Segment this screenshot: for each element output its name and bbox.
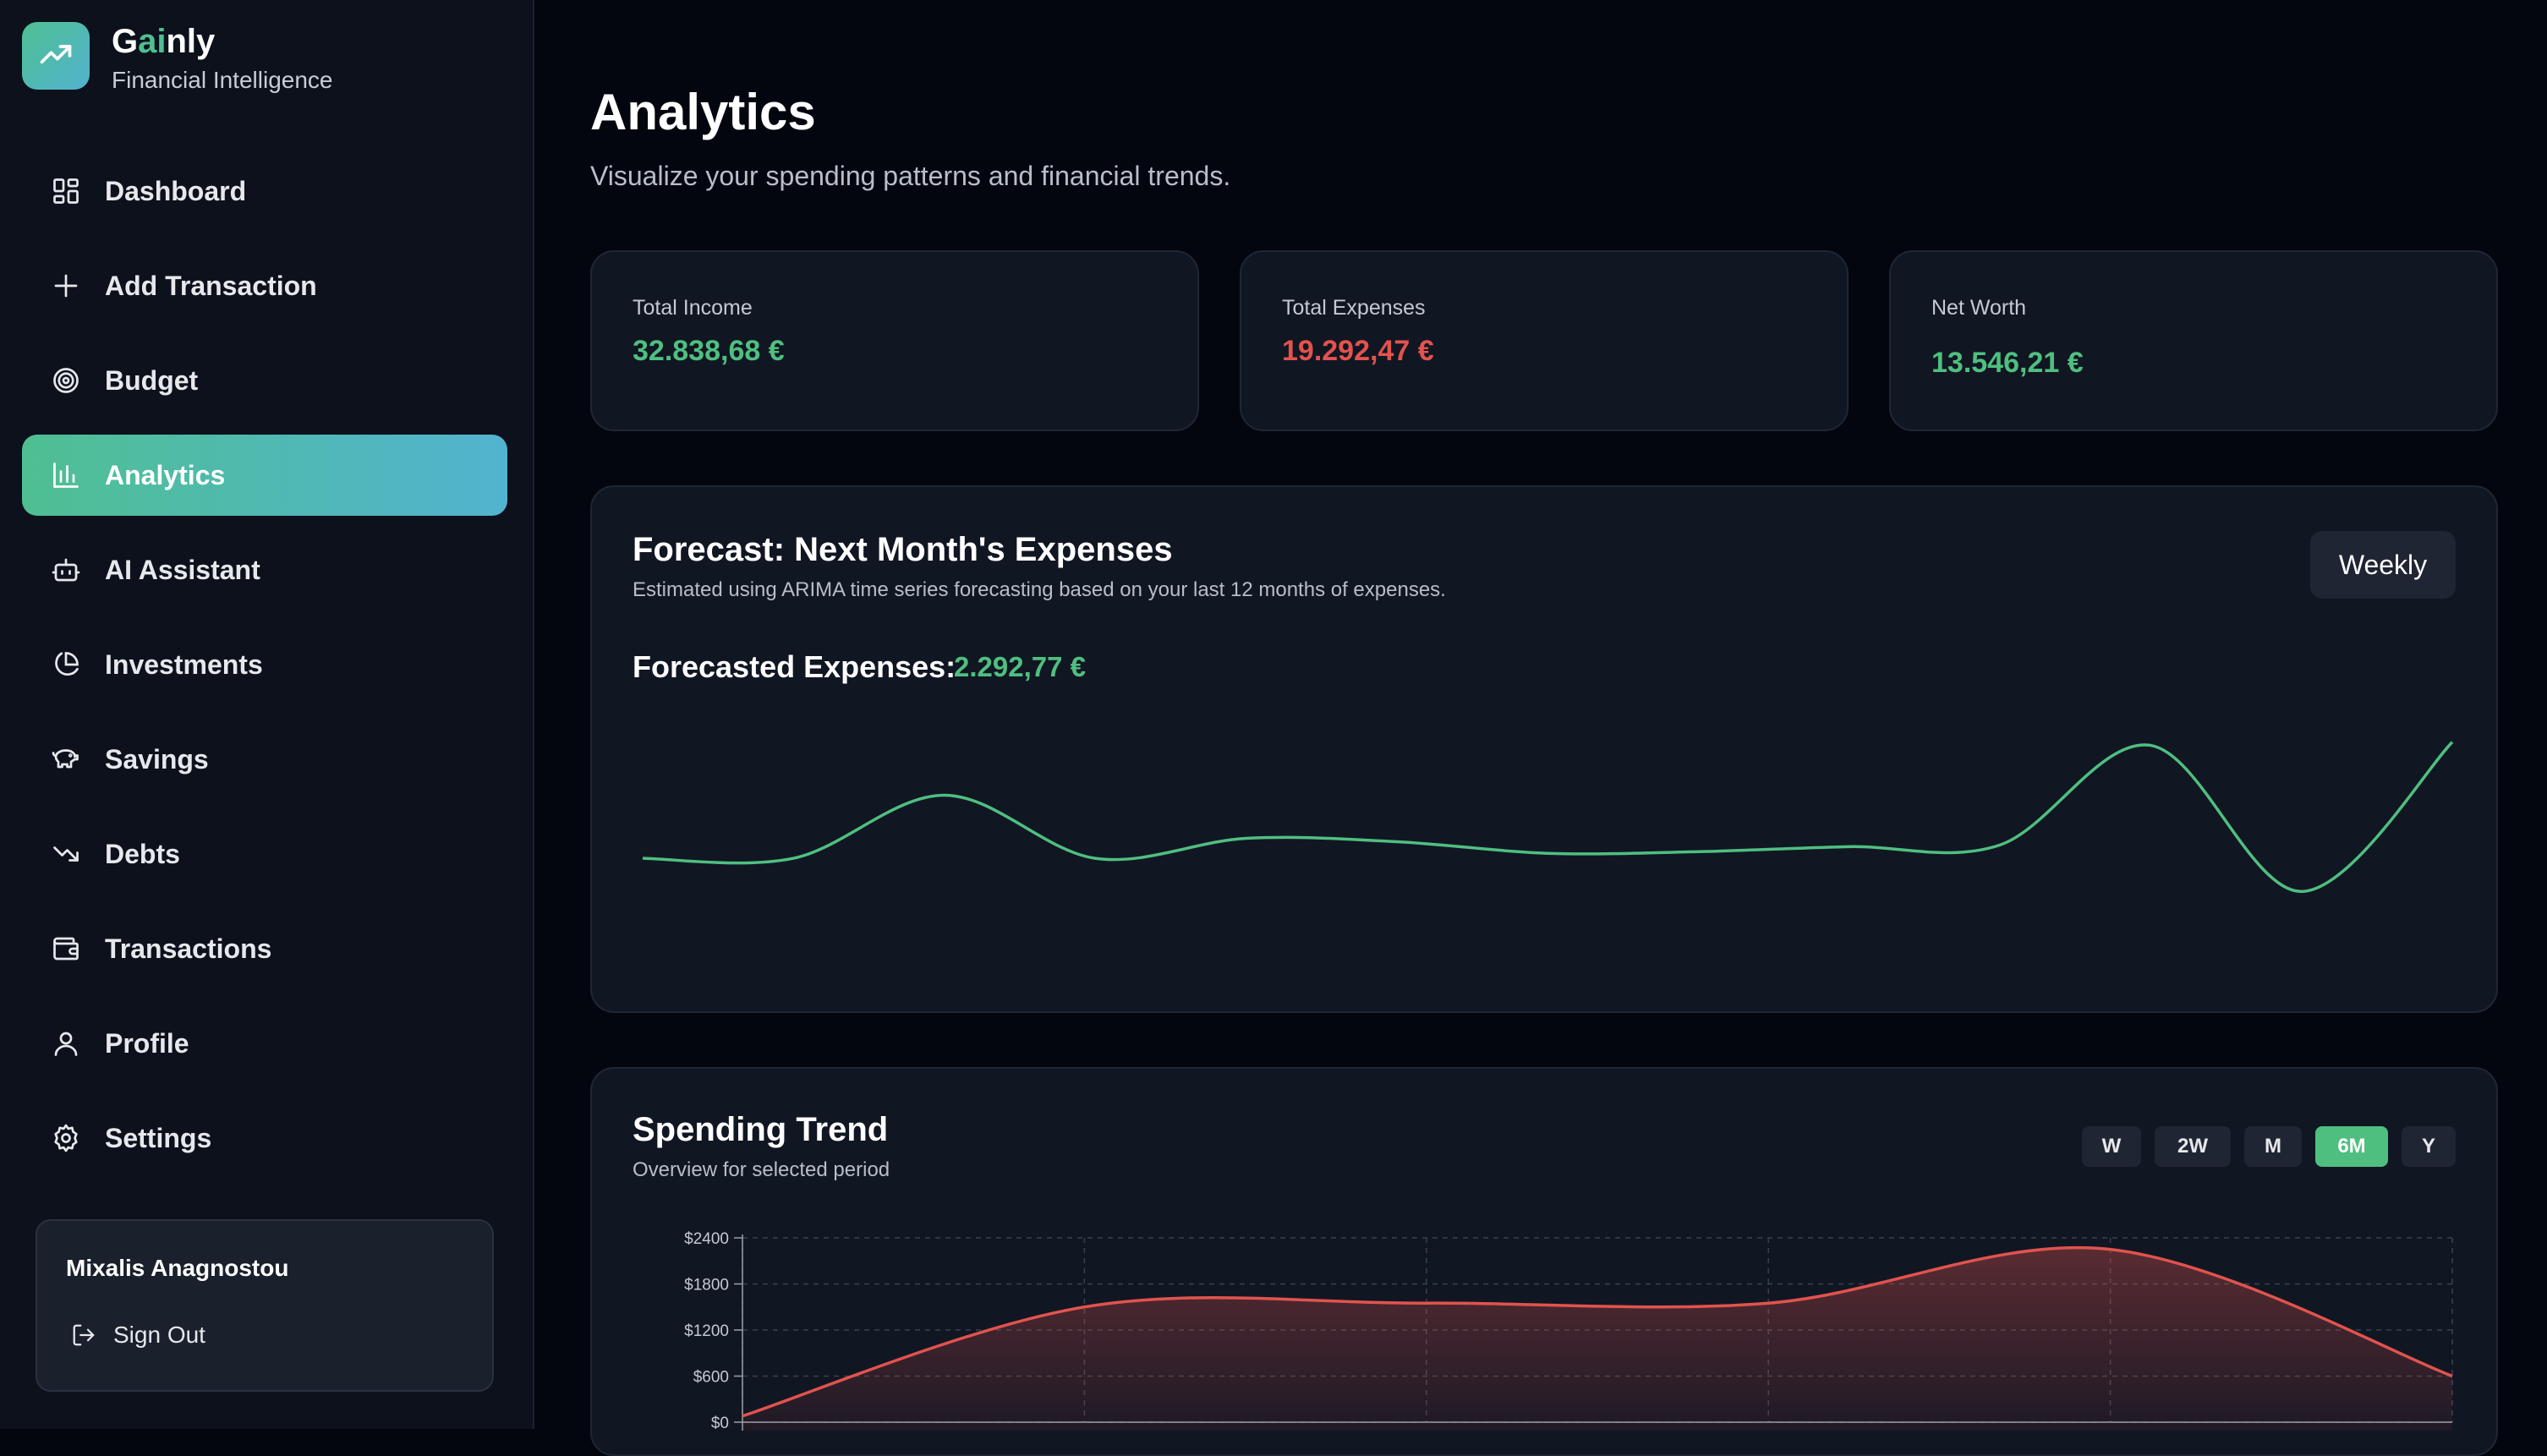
y-tick-label: $600	[693, 1369, 729, 1387]
stat-value: 32.838,68 €	[633, 335, 785, 367]
sidebar-item-analytics[interactable]: Analytics	[22, 435, 507, 516]
sidebar-item-label: Budget	[105, 364, 199, 396]
forecast-series-line	[642, 741, 2454, 894]
sign-out-button[interactable]: Sign Out	[71, 1321, 205, 1349]
gear-icon	[49, 1121, 83, 1155]
sidebar-item-debts[interactable]: Debts	[22, 813, 507, 895]
sidebar-item-ai-assistant[interactable]: AI Assistant	[22, 529, 507, 610]
sidebar-item-label: Debts	[105, 838, 180, 869]
sidebar-item-add-transaction[interactable]: Add Transaction	[22, 245, 507, 326]
sidebar-item-label: Settings	[105, 1122, 212, 1153]
user-icon	[49, 1026, 83, 1060]
stat-label: Total Expenses	[1282, 296, 1426, 320]
forecast-card: Forecast: Next Month's Expenses Estimate…	[590, 485, 2498, 1013]
sidebar-nav: Dashboard Add Transaction Budget Analyti…	[22, 151, 507, 1192]
dashboard-grid-icon	[49, 174, 83, 208]
y-tick-label: $1200	[684, 1322, 729, 1340]
sidebar-item-label: Investments	[105, 649, 263, 680]
plus-icon	[49, 269, 83, 303]
trending-down-icon	[49, 837, 83, 871]
sidebar-item-investments[interactable]: Investments	[22, 624, 507, 705]
sidebar-item-label: Add Transaction	[105, 270, 317, 301]
sidebar: Gainly Financial Intelligence Dashboard …	[0, 0, 534, 1429]
sidebar-item-settings[interactable]: Settings	[22, 1097, 507, 1179]
sidebar-item-label: Profile	[105, 1027, 189, 1059]
stat-label: Net Worth	[1931, 296, 2027, 320]
bar-chart-icon	[49, 458, 83, 492]
wallet-icon	[49, 932, 83, 966]
user-card: Mixalis Anagnostou Sign Out	[36, 1219, 494, 1392]
page-subtitle: Visualize your spending patterns and fin…	[590, 161, 1231, 191]
user-name: Mixalis Anagnostou	[66, 1255, 289, 1281]
sidebar-item-transactions[interactable]: Transactions	[22, 908, 507, 989]
total-expenses-card: Total Expenses 19.292,47 €	[1240, 250, 1849, 431]
forecast-chart	[642, 741, 2454, 894]
y-tick-label: $0	[711, 1415, 729, 1431]
sidebar-item-budget[interactable]: Budget	[22, 340, 507, 421]
sidebar-item-savings[interactable]: Savings	[22, 719, 507, 800]
pie-chart-icon	[49, 648, 83, 681]
spending-trend-card: Spending Trend Overview for selected per…	[590, 1067, 2498, 1456]
spending-series-area	[742, 1247, 2452, 1431]
stat-value: 19.292,47 €	[1282, 335, 1434, 367]
main-content: Analytics Visualize your spending patter…	[534, 0, 2547, 1456]
piggy-bank-icon	[49, 742, 83, 776]
sidebar-item-label: AI Assistant	[105, 554, 260, 585]
robot-icon	[49, 553, 83, 587]
sidebar-item-dashboard[interactable]: Dashboard	[22, 151, 507, 232]
target-icon	[49, 364, 83, 397]
stat-value: 13.546,21 €	[1931, 347, 2084, 379]
trending-up-icon	[22, 22, 90, 90]
sidebar-item-label: Transactions	[105, 933, 272, 964]
page-title: Analytics	[590, 84, 816, 140]
sidebar-item-label: Savings	[105, 743, 209, 775]
spending-chart: $0 $600 $1200 $1800 $2400	[684, 1230, 2453, 1431]
sidebar-item-profile[interactable]: Profile	[22, 1003, 507, 1084]
log-out-icon	[71, 1321, 100, 1349]
sidebar-item-label: Dashboard	[105, 175, 247, 206]
stat-label: Total Income	[633, 296, 753, 320]
brand[interactable]: Gainly Financial Intelligence	[22, 22, 333, 95]
y-tick-label: $1800	[684, 1277, 729, 1295]
sign-out-label: Sign Out	[113, 1322, 205, 1348]
brand-subtitle: Financial Intelligence	[112, 67, 333, 93]
sidebar-item-label: Analytics	[105, 459, 226, 490]
net-worth-card: Net Worth 13.546,21 €	[1889, 250, 2498, 431]
total-income-card: Total Income 32.838,68 €	[590, 250, 1199, 431]
brand-name: Gainly	[112, 23, 216, 60]
y-tick-label: $2400	[684, 1230, 729, 1248]
